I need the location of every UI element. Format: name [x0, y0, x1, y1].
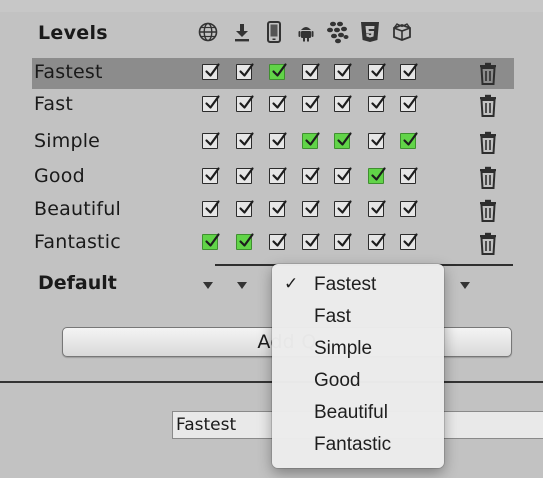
download-icon: [230, 20, 254, 44]
top-bar: [0, 0, 543, 12]
platform-checkbox[interactable]: [334, 200, 352, 217]
platform-checkbox[interactable]: [302, 132, 320, 149]
level-name[interactable]: Fantastic: [34, 231, 121, 253]
trash-icon[interactable]: [477, 199, 499, 223]
platform-checkbox[interactable]: [368, 167, 386, 184]
level-name[interactable]: Beautiful: [34, 198, 121, 220]
platform-checkbox[interactable]: [236, 200, 254, 217]
platform-checkbox[interactable]: [236, 132, 254, 149]
platform-checkbox[interactable]: [334, 63, 352, 80]
quality-level-row[interactable]: Simple: [32, 127, 514, 158]
default-row-label: Default: [38, 272, 117, 294]
default-dropdown-arrow-icon[interactable]: [237, 282, 247, 289]
platform-checkbox[interactable]: [202, 200, 220, 217]
platform-checkbox[interactable]: [269, 200, 287, 217]
default-dropdown-arrow-icon[interactable]: [203, 282, 213, 289]
platform-checkbox[interactable]: [334, 167, 352, 184]
platform-checkbox[interactable]: [302, 200, 320, 217]
mobile-phone-icon: [262, 20, 286, 44]
platform-checkbox[interactable]: [302, 63, 320, 80]
default-level-dropdown-menu: ✓ Fastest Fast Simple Good Beautiful Fant…: [272, 264, 444, 468]
dropdown-item[interactable]: Fantastic: [272, 430, 444, 460]
platform-checkbox[interactable]: [202, 233, 220, 250]
default-dropdown-arrow-icon[interactable]: [460, 282, 470, 289]
platform-checkbox[interactable]: [202, 167, 220, 184]
trash-icon[interactable]: [477, 166, 499, 190]
quality-level-row[interactable]: Good: [32, 162, 514, 193]
platform-checkbox[interactable]: [302, 233, 320, 250]
platform-checkbox[interactable]: [334, 233, 352, 250]
platform-checkbox[interactable]: [269, 132, 287, 149]
trash-icon[interactable]: [477, 94, 499, 118]
platform-checkbox[interactable]: [368, 233, 386, 250]
dropdown-item[interactable]: Good: [272, 366, 444, 396]
platform-checkbox[interactable]: [269, 63, 287, 80]
html5-icon: [358, 20, 382, 44]
trash-icon[interactable]: [477, 232, 499, 256]
platform-checkbox[interactable]: [302, 167, 320, 184]
platform-checkbox[interactable]: [236, 63, 254, 80]
platform-checkbox[interactable]: [202, 63, 220, 80]
dropdown-item[interactable]: ✓ Fastest: [272, 270, 444, 300]
platform-checkbox[interactable]: [334, 95, 352, 112]
android-icon: [294, 20, 318, 44]
platform-checkbox[interactable]: [400, 167, 418, 184]
trash-icon[interactable]: [477, 131, 499, 155]
dropdown-item[interactable]: Simple: [272, 334, 444, 364]
platform-checkbox[interactable]: [269, 167, 287, 184]
quality-level-row[interactable]: Fast: [32, 90, 514, 121]
level-name[interactable]: Simple: [34, 130, 100, 152]
levels-heading: Levels: [38, 22, 108, 44]
platform-checkbox[interactable]: [202, 132, 220, 149]
blackberry-icon: [326, 20, 350, 44]
platform-checkbox[interactable]: [400, 63, 418, 80]
platform-checkbox[interactable]: [400, 132, 418, 149]
quality-level-row[interactable]: Fantastic: [32, 228, 514, 259]
dropdown-item[interactable]: Fast: [272, 302, 444, 332]
platform-checkbox[interactable]: [400, 95, 418, 112]
level-name[interactable]: Fastest: [34, 61, 103, 83]
platform-checkbox[interactable]: [400, 233, 418, 250]
level-name[interactable]: Fast: [34, 93, 73, 115]
quality-level-row[interactable]: Beautiful: [32, 195, 514, 226]
box-icon: [390, 20, 414, 44]
platform-checkbox[interactable]: [334, 132, 352, 149]
quality-level-row[interactable]: Fastest: [32, 58, 514, 89]
globe-icon: [196, 20, 220, 44]
platform-checkbox[interactable]: [269, 95, 287, 112]
platform-checkbox[interactable]: [236, 95, 254, 112]
platform-checkbox[interactable]: [236, 167, 254, 184]
trash-icon[interactable]: [477, 62, 499, 86]
platform-checkbox[interactable]: [368, 63, 386, 80]
dropdown-item[interactable]: Beautiful: [272, 398, 444, 428]
platform-checkbox[interactable]: [236, 233, 254, 250]
platform-checkbox[interactable]: [269, 233, 287, 250]
platform-checkbox[interactable]: [368, 95, 386, 112]
platform-checkbox[interactable]: [400, 200, 418, 217]
checkmark-icon: ✓: [284, 274, 299, 293]
platform-checkbox[interactable]: [368, 132, 386, 149]
platform-checkbox[interactable]: [302, 95, 320, 112]
level-name[interactable]: Good: [34, 165, 85, 187]
platform-checkbox[interactable]: [368, 200, 386, 217]
platform-checkbox[interactable]: [202, 95, 220, 112]
